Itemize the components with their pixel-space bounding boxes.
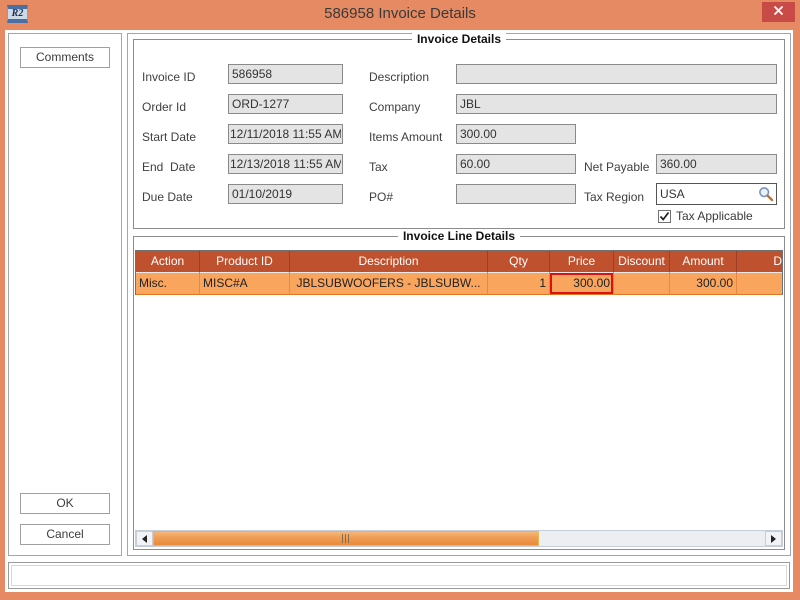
dialog-content: Comments OK Cancel Invoice Details Invoi…	[5, 30, 793, 592]
status-bar	[8, 562, 790, 589]
company-label: Company	[369, 97, 420, 117]
cell-description[interactable]: JBLSUBWOOFERS - JBLSUBW...	[290, 273, 488, 295]
arrow-left-icon	[142, 535, 147, 543]
po-label: PO#	[369, 187, 393, 207]
invoice-details-window: R2 586958 Invoice Details Comments OK Ca…	[0, 0, 800, 600]
description-field[interactable]	[456, 64, 777, 84]
comments-button[interactable]: Comments	[20, 47, 110, 68]
start-date-label: Start Date	[142, 127, 196, 147]
grid-data-row[interactable]: Misc. MISC#A JBLSUBWOOFERS - JBLSUBW... …	[136, 273, 782, 295]
scroll-right-button[interactable]	[765, 531, 782, 546]
cell-product-id[interactable]: MISC#A	[200, 273, 290, 295]
tax-applicable-row: Tax Applicable	[658, 209, 753, 223]
cell-qty[interactable]: 1	[488, 273, 550, 295]
scrollbar-track[interactable]	[153, 531, 765, 546]
tax-field[interactable]	[456, 154, 576, 174]
column-header-action[interactable]: Action	[136, 251, 200, 273]
order-id-field[interactable]	[228, 94, 343, 114]
cell-action[interactable]: Misc.	[136, 273, 200, 295]
cell-discount[interactable]	[614, 273, 670, 295]
invoice-line-details-group: Invoice Line Details Action Product ID D…	[133, 236, 785, 550]
cancel-button[interactable]: Cancel	[20, 524, 110, 545]
tax-applicable-checkbox[interactable]	[658, 210, 671, 223]
ok-button[interactable]: OK	[20, 493, 110, 514]
grid-header-row: Action Product ID Description Qty Price …	[136, 251, 782, 273]
items-amount-label: Items Amount	[369, 127, 442, 147]
window-title: 586958 Invoice Details	[0, 0, 800, 30]
cell-price-selected[interactable]: 300.00	[550, 273, 614, 295]
check-icon	[659, 211, 670, 222]
column-header-qty[interactable]: Qty	[488, 251, 550, 273]
items-amount-field[interactable]	[456, 124, 576, 144]
left-button-panel: Comments OK Cancel	[8, 33, 122, 556]
invoice-id-label: Invoice ID	[142, 67, 195, 87]
cell-partial[interactable]	[737, 273, 782, 295]
status-text	[11, 565, 787, 586]
invoice-details-legend: Invoice Details	[412, 32, 506, 46]
search-icon[interactable]	[758, 186, 774, 202]
column-header-price[interactable]: Price	[550, 251, 614, 273]
due-date-field[interactable]	[228, 184, 343, 204]
tax-label: Tax	[369, 157, 388, 177]
scrollbar-grip-icon	[342, 534, 350, 543]
scrollbar-thumb[interactable]	[153, 531, 539, 546]
line-items-grid: Action Product ID Description Qty Price …	[135, 250, 783, 295]
close-button[interactable]	[762, 2, 795, 22]
due-date-label: Due Date	[142, 187, 193, 207]
horizontal-scrollbar[interactable]	[135, 530, 783, 547]
description-label: Description	[369, 67, 429, 87]
invoice-id-field[interactable]	[228, 64, 343, 84]
net-payable-field[interactable]	[656, 154, 777, 174]
net-payable-label: Net Payable	[584, 157, 649, 177]
start-date-field[interactable]	[228, 124, 343, 144]
tax-applicable-label: Tax Applicable	[676, 209, 753, 223]
close-icon	[773, 5, 784, 19]
column-header-product-id[interactable]: Product ID	[200, 251, 290, 273]
arrow-right-icon	[771, 535, 776, 543]
po-field[interactable]	[456, 184, 576, 204]
cell-amount[interactable]: 300.00	[670, 273, 737, 295]
column-header-amount[interactable]: Amount	[670, 251, 737, 273]
column-header-discount[interactable]: Discount	[614, 251, 670, 273]
company-field[interactable]	[456, 94, 777, 114]
tax-region-lookup	[656, 183, 777, 205]
tax-region-label: Tax Region	[584, 187, 644, 207]
scroll-left-button[interactable]	[136, 531, 153, 546]
invoice-details-group: Invoice Details Invoice ID Order Id Star…	[133, 39, 785, 229]
column-header-partial[interactable]: D	[737, 251, 782, 273]
order-id-label: Order Id	[142, 97, 186, 117]
titlebar: R2 586958 Invoice Details	[0, 0, 800, 30]
end-date-label: End Date	[142, 157, 195, 177]
main-panel: Invoice Details Invoice ID Order Id Star…	[127, 33, 791, 556]
invoice-line-details-legend: Invoice Line Details	[398, 229, 520, 243]
end-date-field[interactable]	[228, 154, 343, 174]
column-header-description[interactable]: Description	[290, 251, 488, 273]
